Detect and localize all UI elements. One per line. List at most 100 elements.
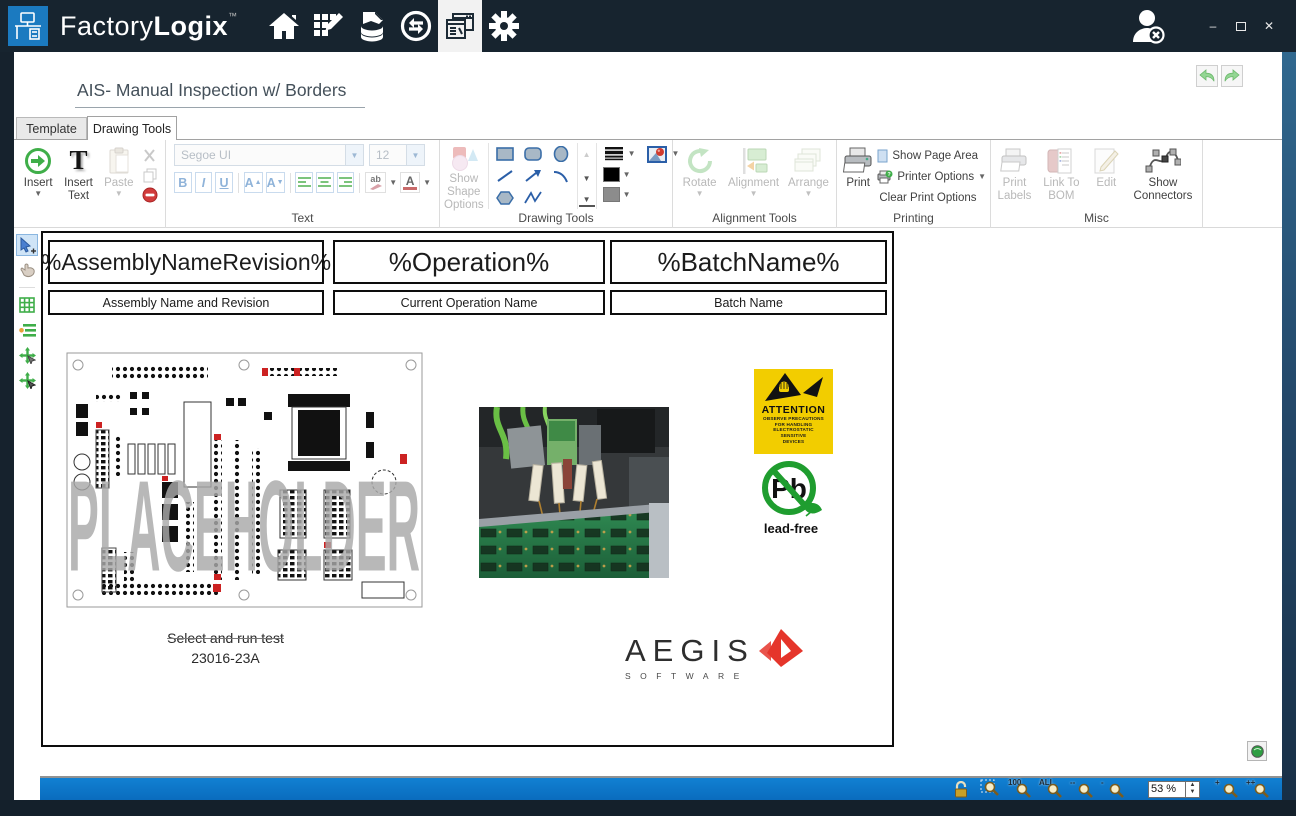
print-labels-button[interactable]: Print Labels <box>995 143 1034 209</box>
caption-assembly-name-revision[interactable]: Assembly Name and Revision <box>48 290 324 315</box>
grow-font-label: A <box>245 176 254 190</box>
clear-print-options-button[interactable]: Clear Print Options <box>877 189 986 207</box>
font-color-button[interactable]: A <box>400 172 420 193</box>
caption-batch-name[interactable]: Batch Name <box>610 290 887 315</box>
move-anchor-disabled-button[interactable] <box>16 344 38 366</box>
status-bar: 100 ALL -- - ▲▼ + ++ <box>40 776 1282 800</box>
printer-options-button[interactable]: ? Printer Options ▼ <box>877 168 986 186</box>
shape-polyline[interactable] <box>519 187 547 209</box>
insert-button[interactable]: Insert ▼ <box>18 143 58 209</box>
template-title[interactable]: AIS- Manual Inspection w/ Borders <box>75 80 365 108</box>
field-assembly-name-revision[interactable]: %AssemblyNameRevision% <box>48 240 324 284</box>
grow-font-button[interactable]: A▲ <box>244 172 263 193</box>
redo-button[interactable] <box>1221 65 1243 87</box>
align-right-button[interactable] <box>337 172 355 193</box>
field-operation[interactable]: %Operation% <box>333 240 605 284</box>
line-color-swatch[interactable] <box>603 167 620 182</box>
zoom-100-icon[interactable]: 100 <box>1008 779 1032 799</box>
shape-line[interactable] <box>491 165 519 187</box>
documents-icon[interactable] <box>438 0 482 52</box>
shrink-font-button[interactable]: A▼ <box>266 172 285 193</box>
shape-arc[interactable] <box>547 165 575 187</box>
home-icon[interactable] <box>262 0 306 52</box>
underline-button[interactable]: U <box>215 172 233 193</box>
esd-attention-label[interactable]: ATTENTION OBSERVE PRECAUTIONS FOR HANDLI… <box>754 369 833 454</box>
align-center-button[interactable] <box>316 172 334 193</box>
field-batch-name[interactable]: %BatchName% <box>610 240 887 284</box>
block-selection-icon[interactable] <box>141 187 159 203</box>
shape-rectangle[interactable] <box>491 143 519 165</box>
chevron-down-icon: ▼ <box>34 190 42 198</box>
scroll-down-icon[interactable]: ▼ <box>579 169 595 187</box>
scroll-end-icon[interactable]: ▼ <box>579 193 595 207</box>
line-style-button[interactable] <box>603 146 625 162</box>
pan-tool-button[interactable] <box>16 259 38 281</box>
printer-options-icon: ? <box>877 170 893 184</box>
arrange-button[interactable]: Arrange ▼ <box>785 143 832 209</box>
window-controls: – ✕ <box>1126 0 1296 52</box>
zoom-out-fast-icon[interactable]: -- <box>1070 779 1094 799</box>
aegis-logo[interactable]: AEGIS SOFTWARE <box>625 633 805 681</box>
print-button[interactable]: Print <box>841 143 875 209</box>
zoom-out-icon[interactable]: - <box>1101 779 1125 799</box>
shape-polygon[interactable] <box>491 187 519 209</box>
rotate-button[interactable]: Rotate ▼ <box>677 143 722 209</box>
zoom-spinner[interactable]: ▲▼ <box>1186 781 1200 798</box>
lock-zoom-icon[interactable] <box>946 779 970 799</box>
grid-toggle-button[interactable] <box>16 294 38 316</box>
copy-icon[interactable] <box>141 167 159 183</box>
paste-button[interactable]: Paste ▼ <box>99 143 139 209</box>
chevron-down-icon: ▼ <box>628 150 636 158</box>
tab-template[interactable]: Template <box>16 117 87 139</box>
zoom-all-icon[interactable]: ALL <box>1039 779 1063 799</box>
align-left-button[interactable] <box>295 172 313 193</box>
tab-drawing-tools[interactable]: Drawing Tools <box>87 116 177 140</box>
pcb-placeholder-image[interactable]: PLACEHOLDER <box>66 352 423 636</box>
group-label-printing: Printing <box>837 211 990 228</box>
zoom-value-input[interactable] <box>1148 781 1186 798</box>
minimize-button[interactable]: – <box>1202 15 1224 37</box>
move-anchor-button[interactable] <box>16 369 38 391</box>
italic-button[interactable]: I <box>195 172 213 193</box>
font-family-select[interactable]: Segoe UI ▼ <box>174 144 364 166</box>
fill-image-button[interactable] <box>645 146 669 162</box>
zoom-selection-icon[interactable] <box>977 779 1001 799</box>
insert-text-button[interactable]: T Insert Text <box>58 143 98 209</box>
close-button[interactable]: ✕ <box>1258 15 1280 37</box>
zoom-in-label: + <box>1215 778 1220 787</box>
undo-button[interactable] <box>1196 65 1218 87</box>
edit-button[interactable]: Edit <box>1089 143 1124 209</box>
zoom-in-icon[interactable]: + <box>1215 779 1239 799</box>
font-size-select[interactable]: 12 ▼ <box>369 144 425 166</box>
bold-button[interactable]: B <box>174 172 192 193</box>
show-connectors-button[interactable]: Show Connectors <box>1128 143 1198 209</box>
plan-grid-pencil-icon[interactable] <box>306 0 350 52</box>
settings-gear-icon[interactable] <box>482 0 526 52</box>
snap-lines-button[interactable] <box>16 319 38 341</box>
highlight-color-button[interactable]: ab <box>365 172 386 193</box>
shape-arrow[interactable] <box>519 165 547 187</box>
maximize-button[interactable] <box>1230 15 1252 37</box>
shape-rounded-rectangle[interactable] <box>519 143 547 165</box>
alignment-button[interactable]: Alignment ▼ <box>726 143 781 209</box>
materials-database-icon[interactable] <box>350 0 394 52</box>
pcb-note[interactable]: Select and run test 23016-23A <box>103 629 348 668</box>
canvas-overview-button[interactable] <box>1247 741 1267 761</box>
link-to-bom-button[interactable]: Link To BOM <box>1038 143 1085 209</box>
select-tool-button[interactable] <box>16 234 38 256</box>
scroll-up-icon[interactable]: ▲ <box>579 145 595 163</box>
fill-color-swatch[interactable] <box>603 187 620 202</box>
test-probe-photo[interactable] <box>479 407 669 578</box>
caption-operation[interactable]: Current Operation Name <box>333 290 605 315</box>
show-page-area-button[interactable]: Show Page Area <box>877 147 986 165</box>
zoom-in-fast-icon[interactable]: ++ <box>1246 779 1270 799</box>
chevron-down-icon: ▼ <box>696 190 704 198</box>
cut-icon[interactable] <box>141 147 159 163</box>
template-page[interactable]: %AssemblyNameRevision% %Operation% %Batc… <box>41 231 894 747</box>
lead-free-logo[interactable]: Pb lead-free <box>756 460 826 536</box>
design-canvas[interactable]: %AssemblyNameRevision% %Operation% %Batc… <box>40 228 1282 776</box>
shape-ellipse[interactable] <box>547 143 575 165</box>
user-logout-icon[interactable] <box>1126 4 1170 48</box>
show-shape-options-button[interactable]: Show Shape Options <box>444 143 484 209</box>
transfer-circle-icon[interactable] <box>394 0 438 52</box>
